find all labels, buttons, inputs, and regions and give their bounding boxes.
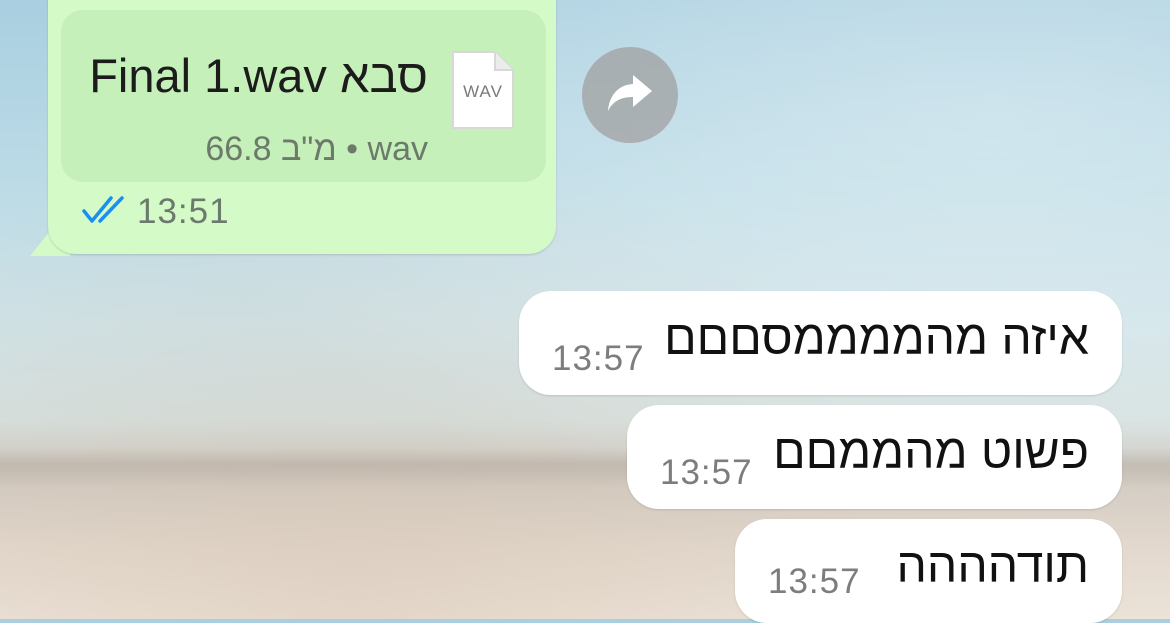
double-check-icon [81,194,129,231]
incoming-message[interactable]: איזה מהממממסםםם 13:57 [519,291,1122,395]
forward-button[interactable] [582,47,678,143]
message-time: 13:57 [552,339,645,378]
incoming-message[interactable]: פשוט מהממםם 13:57 [627,405,1122,509]
message-text: איזה מהממממסםםם [664,312,1089,365]
incoming-message[interactable]: תודהההה 13:57 [735,519,1122,623]
forward-arrow-icon [605,73,655,118]
message-time: 13:51 [137,192,230,231]
file-name: Final 1.wav סבא [89,49,428,102]
outgoing-file-message[interactable]: Final 1.wav סבא 66.8 מ"ב • wav WAV 13:51 [48,0,556,254]
file-type-label: WAV [463,82,503,101]
message-time: 13:57 [660,453,753,492]
file-attachment-card[interactable]: Final 1.wav סבא 66.8 מ"ב • wav WAV [61,10,546,182]
message-text: תודהההה [896,540,1090,593]
file-size-type: 66.8 מ"ב • wav [205,130,428,168]
message-meta: 13:51 [81,192,230,232]
wav-file-icon: WAV [451,50,515,130]
message-text: פשוט מהממםם [773,426,1089,479]
message-time: 13:57 [768,562,861,601]
